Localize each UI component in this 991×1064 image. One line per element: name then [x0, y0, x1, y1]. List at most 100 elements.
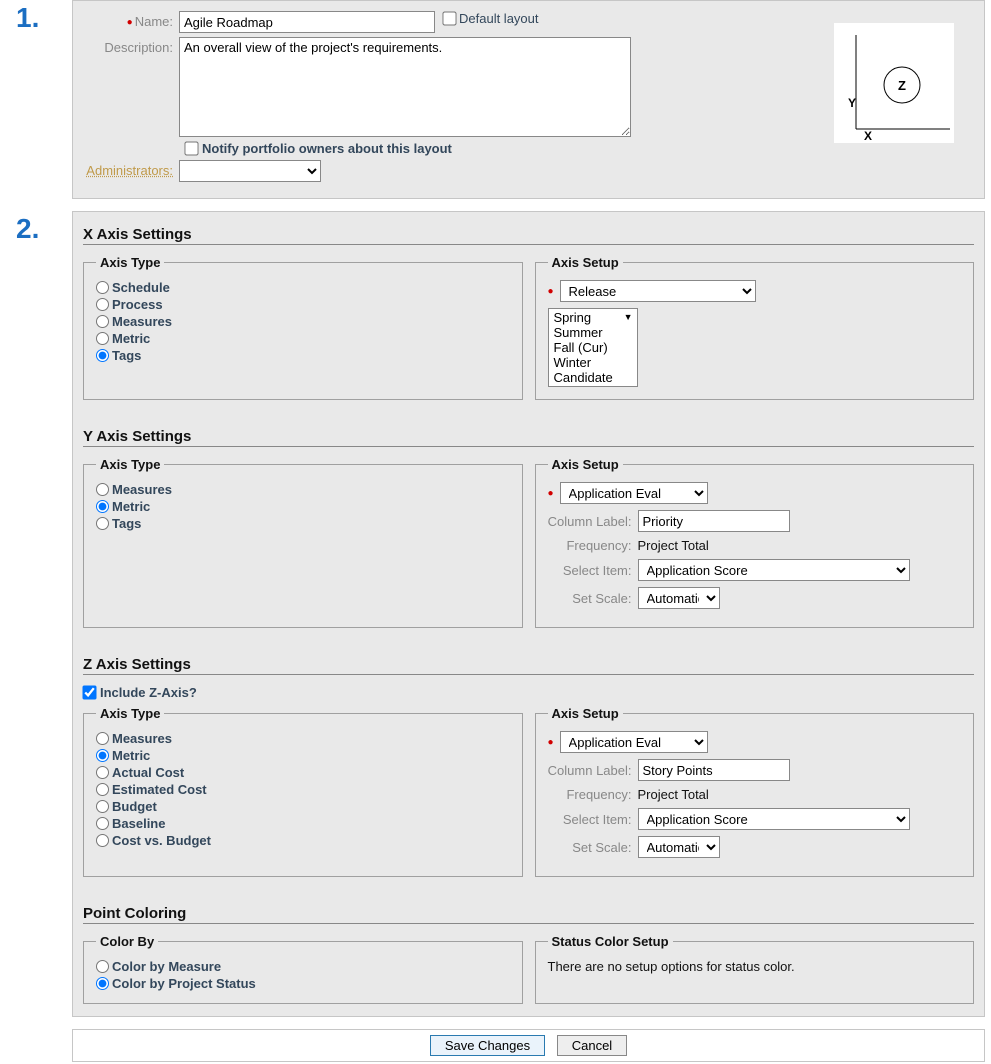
- y-axis-heading: Y Axis Settings: [83, 428, 974, 447]
- z-axis-type-radio-label: Metric: [112, 748, 150, 763]
- z-axis-type-radio-input[interactable]: [96, 732, 109, 745]
- z-axis-type-radio-metric[interactable]: Metric: [96, 748, 510, 763]
- x-axis-type-radio-input[interactable]: [96, 315, 109, 328]
- color-by-radio-color-by-measure[interactable]: Color by Measure: [96, 959, 510, 974]
- z-axis-type-radio-measures[interactable]: Measures: [96, 731, 510, 746]
- diagram-z-label: Z: [898, 78, 906, 93]
- x-axis-type-radio-input[interactable]: [96, 349, 109, 362]
- y-set-scale-label: Set Scale:: [548, 591, 638, 606]
- include-z-axis-checkbox[interactable]: [82, 685, 96, 699]
- z-axis-type-radio-label: Measures: [112, 731, 172, 746]
- color-by-radio-input[interactable]: [96, 960, 109, 973]
- x-axis-type-radio-input[interactable]: [96, 332, 109, 345]
- x-axis-heading: X Axis Settings: [83, 226, 974, 245]
- z-axis-type-fieldset: Axis Type Measures Metric Actual Cost Estim…: [83, 706, 523, 877]
- x-axis-list-item[interactable]: Fall (Cur): [552, 340, 634, 355]
- x-axis-type-radio-metric[interactable]: Metric: [96, 331, 510, 346]
- x-axis-type-radio-label: Metric: [112, 331, 150, 346]
- x-axis-setup-legend: Axis Setup: [548, 255, 623, 270]
- color-by-radio-input[interactable]: [96, 977, 109, 990]
- z-axis-type-radio-cost-vs-budget[interactable]: Cost vs. Budget: [96, 833, 510, 848]
- y-axis-type-radio-input[interactable]: [96, 517, 109, 530]
- color-by-legend: Color By: [96, 934, 158, 949]
- y-axis-type-radio-label: Measures: [112, 482, 172, 497]
- z-column-label-input[interactable]: [638, 759, 790, 781]
- administrators-label: Administrators:: [83, 160, 179, 178]
- save-changes-button[interactable]: Save Changes: [430, 1035, 545, 1056]
- z-axis-type-radio-estimated-cost[interactable]: Estimated Cost: [96, 782, 510, 797]
- notify-owners-label: Notify portfolio owners about this layou…: [202, 141, 452, 156]
- x-axis-list-item[interactable]: Spring: [552, 310, 634, 325]
- default-layout-checkbox[interactable]: [442, 11, 456, 25]
- notify-owners-checkbox[interactable]: [184, 141, 198, 155]
- required-dot-icon: ●: [127, 17, 133, 28]
- name-input[interactable]: [179, 11, 435, 33]
- cancel-button[interactable]: Cancel: [557, 1035, 627, 1056]
- z-axis-type-radio-label: Actual Cost: [112, 765, 184, 780]
- x-axis-type-radio-tags[interactable]: Tags: [96, 348, 510, 363]
- x-axis-type-radio-schedule[interactable]: Schedule: [96, 280, 510, 295]
- y-axis-type-radio-metric[interactable]: Metric: [96, 499, 510, 514]
- z-axis-type-radio-label: Budget: [112, 799, 157, 814]
- y-axis-type-radio-label: Metric: [112, 499, 150, 514]
- z-axis-type-radio-input[interactable]: [96, 800, 109, 813]
- name-label: ●Name:: [83, 11, 179, 29]
- x-axis-type-radio-label: Tags: [112, 348, 141, 363]
- y-select-item-label: Select Item:: [548, 563, 638, 578]
- x-axis-list-item[interactable]: Summer: [552, 325, 634, 340]
- z-axis-type-radio-input[interactable]: [96, 817, 109, 830]
- administrators-select[interactable]: [179, 160, 321, 182]
- y-axis-type-radio-tags[interactable]: Tags: [96, 516, 510, 531]
- x-axis-release-select[interactable]: Release: [560, 280, 756, 302]
- status-color-setup-text: There are no setup options for status co…: [548, 959, 962, 974]
- x-axis-type-radio-input[interactable]: [96, 298, 109, 311]
- y-select-item-select[interactable]: Application Score: [638, 559, 910, 581]
- description-label: Description:: [83, 37, 179, 55]
- z-frequency-label: Frequency:: [548, 787, 638, 802]
- x-axis-type-radio-input[interactable]: [96, 281, 109, 294]
- color-by-fieldset: Color By Color by Measure Color by Projec…: [83, 934, 523, 1004]
- z-axis-type-radio-input[interactable]: [96, 783, 109, 796]
- x-axis-type-radio-process[interactable]: Process: [96, 297, 510, 312]
- step-1-number: 1.: [0, 0, 72, 34]
- color-by-radio-color-by-project-status[interactable]: Color by Project Status: [96, 976, 510, 991]
- z-axis-type-legend: Axis Type: [96, 706, 164, 721]
- y-axis-setup-fieldset: Axis Setup ● Application Eval Column Lab…: [535, 457, 975, 628]
- y-axis-type-radio-input[interactable]: [96, 483, 109, 496]
- status-color-setup-fieldset: Status Color Setup There are no setup op…: [535, 934, 975, 1004]
- z-axis-type-radio-input[interactable]: [96, 766, 109, 779]
- y-set-scale-select[interactable]: Automatic: [638, 587, 720, 609]
- y-column-label-input[interactable]: [638, 510, 790, 532]
- x-axis-tags-list[interactable]: ▼ SpringSummerFall (Cur)WinterCandidate: [548, 308, 638, 387]
- default-layout-label: Default layout: [459, 11, 539, 26]
- z-axis-type-radio-baseline[interactable]: Baseline: [96, 816, 510, 831]
- x-axis-list-item[interactable]: Candidate: [552, 370, 634, 385]
- x-axis-list-item[interactable]: Winter: [552, 355, 634, 370]
- y-axis-type-radio-measures[interactable]: Measures: [96, 482, 510, 497]
- chevron-down-icon: ▼: [624, 312, 633, 322]
- z-axis-type-radio-input[interactable]: [96, 834, 109, 847]
- required-dot-icon: ●: [548, 488, 554, 499]
- y-axis-setup-legend: Axis Setup: [548, 457, 623, 472]
- y-column-label-label: Column Label:: [548, 514, 638, 529]
- color-by-radio-label: Color by Project Status: [112, 976, 256, 991]
- z-axis-app-select[interactable]: Application Eval: [560, 731, 708, 753]
- required-dot-icon: ●: [548, 286, 554, 297]
- z-axis-type-radio-label: Cost vs. Budget: [112, 833, 211, 848]
- x-axis-type-radio-measures[interactable]: Measures: [96, 314, 510, 329]
- description-textarea[interactable]: An overall view of the project's require…: [179, 37, 631, 137]
- z-axis-type-radio-budget[interactable]: Budget: [96, 799, 510, 814]
- z-axis-setup-fieldset: Axis Setup ● Application Eval Column Lab…: [535, 706, 975, 877]
- z-axis-type-radio-input[interactable]: [96, 749, 109, 762]
- color-by-radio-label: Color by Measure: [112, 959, 221, 974]
- y-axis-app-select[interactable]: Application Eval: [560, 482, 708, 504]
- z-axis-type-radio-actual-cost[interactable]: Actual Cost: [96, 765, 510, 780]
- x-axis-type-radio-label: Schedule: [112, 280, 170, 295]
- required-dot-icon: ●: [548, 737, 554, 748]
- footer-bar: Save Changes Cancel: [72, 1029, 985, 1062]
- z-axis-type-radio-label: Estimated Cost: [112, 782, 207, 797]
- y-axis-type-radio-input[interactable]: [96, 500, 109, 513]
- z-select-item-select[interactable]: Application Score: [638, 808, 910, 830]
- diagram-y-label: Y: [848, 96, 856, 110]
- z-set-scale-select[interactable]: Automatic: [638, 836, 720, 858]
